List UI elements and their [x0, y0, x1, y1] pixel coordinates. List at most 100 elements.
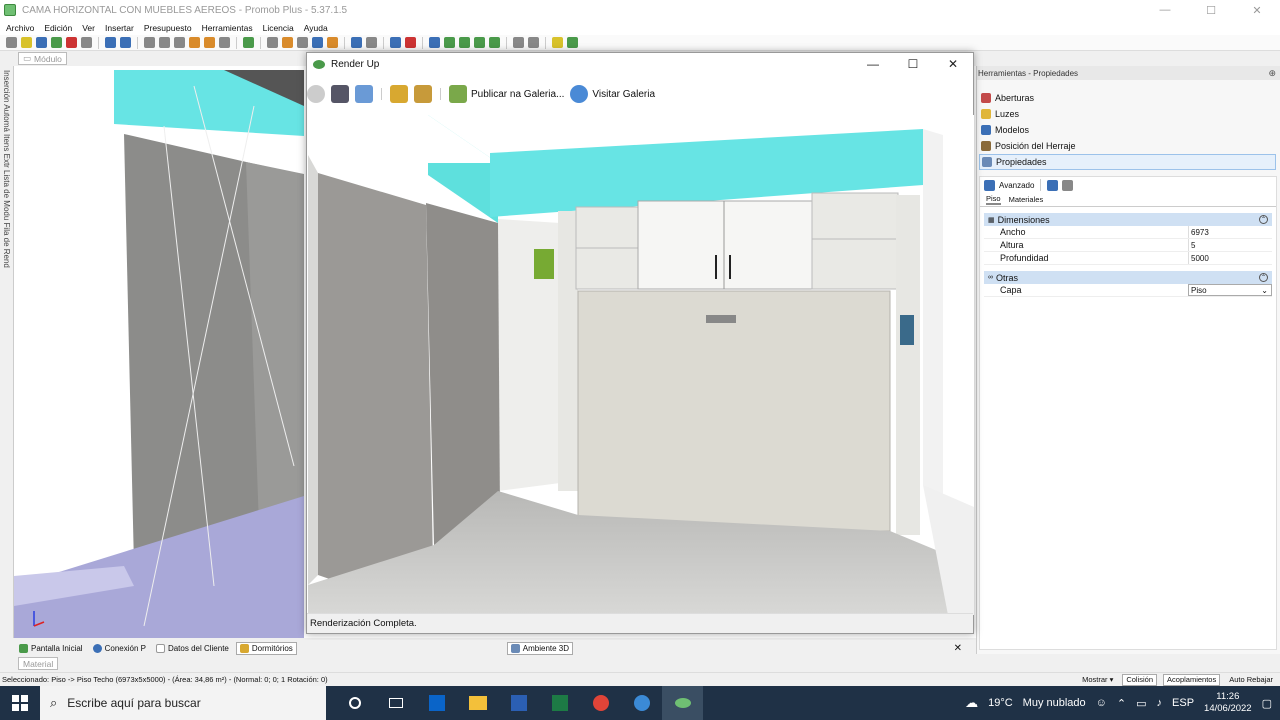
clock[interactable]: 11:26 14/06/2022 — [1204, 691, 1252, 715]
cancel-icon[interactable] — [307, 85, 325, 103]
outlook-icon[interactable] — [416, 686, 457, 720]
colision-toggle[interactable]: Colisión — [1122, 673, 1158, 686]
measure-icon[interactable] — [282, 37, 293, 48]
render-close-button[interactable]: ✕ — [933, 53, 973, 75]
alphabetical-icon[interactable] — [1062, 179, 1074, 191]
group-icon[interactable] — [243, 37, 254, 48]
word-icon[interactable] — [498, 686, 539, 720]
taskbar-search[interactable]: ⌕ Escribe aquí para buscar — [40, 686, 326, 720]
menu-edicion[interactable]: Edición — [44, 23, 72, 33]
file-explorer-icon[interactable] — [457, 686, 498, 720]
copy-icon[interactable] — [355, 85, 373, 103]
publish-gallery-button[interactable]: Publicar na Galeria... — [449, 85, 564, 103]
language-indicator[interactable]: ESP — [1172, 697, 1194, 709]
door-icon[interactable] — [327, 37, 338, 48]
settings-icon[interactable] — [528, 37, 539, 48]
report-icon[interactable] — [405, 37, 416, 48]
open-folder-icon[interactable] — [390, 85, 408, 103]
menu-presupuesto[interactable]: Presupuesto — [144, 23, 192, 33]
delete-icon[interactable] — [219, 37, 230, 48]
menu-ver[interactable]: Ver — [82, 23, 95, 33]
pin-icon[interactable]: ⊕ — [1268, 68, 1276, 79]
dimension-icon[interactable] — [366, 37, 377, 48]
categorized-icon[interactable] — [1047, 179, 1059, 191]
materials-tab[interactable]: Material — [18, 657, 59, 670]
menu-ayuda[interactable]: Ayuda — [304, 23, 328, 33]
render-maximize-button[interactable]: ☐ — [893, 53, 933, 75]
view-cube-icon[interactable] — [513, 37, 524, 48]
copy-icon[interactable] — [159, 37, 170, 48]
brush-icon[interactable] — [189, 37, 200, 48]
folder-image-icon[interactable] — [414, 85, 432, 103]
tab-dormitorios[interactable]: Dormitórios — [235, 641, 297, 655]
tool-propiedades[interactable]: Propiedades — [979, 154, 1276, 170]
orbit-icon[interactable] — [444, 37, 455, 48]
redo-icon[interactable] — [120, 37, 131, 48]
close-tab-icon[interactable]: ✕ — [954, 643, 962, 654]
save-icon[interactable] — [331, 85, 349, 103]
shape-icon[interactable] — [297, 37, 308, 48]
undo-icon[interactable] — [105, 37, 116, 48]
hammer-icon[interactable] — [204, 37, 215, 48]
minimize-button[interactable]: — — [1142, 0, 1188, 20]
eye-icon[interactable] — [429, 37, 440, 48]
render-up-icon[interactable] — [567, 37, 578, 48]
prop-value-profundidad[interactable]: 5000 — [1188, 252, 1272, 264]
tool-modelos[interactable]: Modelos — [979, 122, 1280, 138]
pan-left-icon[interactable] — [459, 37, 470, 48]
weather-icon[interactable]: ☁ — [965, 695, 978, 711]
layers-icon[interactable] — [390, 37, 401, 48]
tool-luzes[interactable]: Luzes — [979, 106, 1280, 122]
maximize-button[interactable]: ☐ — [1188, 0, 1234, 20]
weather-desc[interactable]: Muy nublado — [1023, 697, 1086, 709]
menu-insertar[interactable]: Insertar — [105, 23, 134, 33]
print-icon[interactable] — [66, 37, 77, 48]
capa-select[interactable]: Piso ⌄ — [1188, 284, 1272, 296]
tab-datos-cliente[interactable]: Datos del Cliente — [153, 642, 232, 655]
align-icon[interactable] — [312, 37, 323, 48]
modulo-tab[interactable]: ▭ Módulo — [18, 52, 67, 65]
weather-temp[interactable]: 19°C — [988, 697, 1013, 709]
globe-app-icon[interactable] — [621, 686, 662, 720]
menu-archivo[interactable]: Archivo — [6, 23, 34, 33]
menu-herramientas[interactable]: Herramientas — [202, 23, 253, 33]
left-dock-strip[interactable]: Inserción Automá Itens Extr Lista de Mod… — [0, 66, 14, 638]
render-minimize-button[interactable]: — — [853, 53, 893, 75]
open-folder-icon[interactable] — [21, 37, 32, 48]
chevron-up-icon[interactable]: ⌃ — [1117, 697, 1126, 710]
visit-gallery-button[interactable]: Visitar Galeria — [570, 85, 655, 103]
people-icon[interactable]: ☺ — [1096, 697, 1107, 709]
close-button[interactable]: ✕ — [1234, 0, 1280, 20]
chrome-icon[interactable] — [580, 686, 621, 720]
tool-posicion-herraje[interactable]: Posición del Herraje — [979, 138, 1280, 154]
zoom-icon[interactable] — [489, 37, 500, 48]
tool-aberturas[interactable]: Aberturas — [979, 90, 1280, 106]
advanced-label[interactable]: Avanzado — [999, 181, 1034, 190]
new-file-icon[interactable] — [6, 37, 17, 48]
section-dimensiones[interactable]: ▦ Dimensiones ⌃ — [984, 213, 1272, 226]
tab-ambiente-3d[interactable]: Ambiente 3D — [506, 641, 574, 655]
grid-icon[interactable] — [267, 37, 278, 48]
paste-icon[interactable] — [174, 37, 185, 48]
tab-materiales[interactable]: Materiales — [1009, 195, 1044, 204]
tab-conexion[interactable]: Conexión P — [90, 642, 149, 655]
save-icon[interactable] — [36, 37, 47, 48]
menu-licencia[interactable]: Licencia — [263, 23, 294, 33]
volume-icon[interactable]: ♪ — [1157, 697, 1163, 709]
cut-icon[interactable] — [144, 37, 155, 48]
tab-pantalla-inicial[interactable]: Pantalla Inicial — [16, 642, 86, 655]
auto-rebajar-toggle[interactable]: Auto Rebajar — [1226, 674, 1276, 686]
acoplamientos-toggle[interactable]: Acoplamientos — [1163, 673, 1221, 686]
cortana-icon[interactable] — [334, 686, 375, 720]
excel-icon[interactable] — [539, 686, 580, 720]
prop-value-ancho[interactable]: 6973 — [1188, 226, 1272, 238]
collapse-icon[interactable]: ⌃ — [1259, 273, 1268, 282]
mostrar-dropdown[interactable]: Mostrar ▾ — [1079, 674, 1116, 686]
start-button[interactable] — [0, 686, 40, 720]
notifications-icon[interactable]: ▢ — [1262, 697, 1272, 710]
render-icon[interactable] — [51, 37, 62, 48]
collapse-icon[interactable]: ⌃ — [1259, 215, 1268, 224]
promob-taskbar-icon[interactable] — [662, 686, 703, 720]
magic-wand-icon[interactable] — [552, 37, 563, 48]
print-preview-icon[interactable] — [81, 37, 92, 48]
